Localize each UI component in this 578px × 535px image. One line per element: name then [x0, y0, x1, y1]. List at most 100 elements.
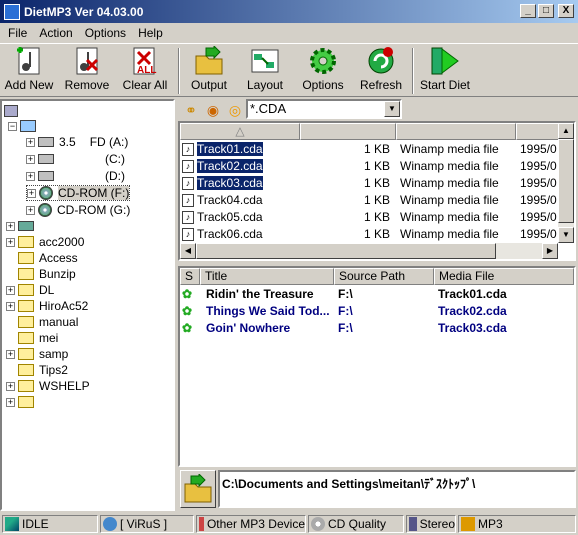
expand-icon[interactable]: + — [6, 221, 15, 231]
clear-all-button[interactable]: ALL Clear All — [118, 46, 172, 96]
col-header-title[interactable]: Title — [200, 268, 334, 285]
filter-bar: ⚭ ◉ ◎ ☆ *.CDA ▼ — [178, 99, 576, 121]
col-header-s[interactable]: S — [180, 268, 200, 285]
file-row[interactable]: ♪ Track04.cda 1 KB Winamp media file 1995/0 — [180, 192, 560, 209]
tree-item-folder[interactable]: + WSHELP — [6, 378, 90, 394]
expand-icon[interactable]: + — [6, 285, 15, 295]
output-button[interactable]: Output — [186, 46, 232, 96]
tree-item-c-drive[interactable]: + (C:) — [26, 151, 125, 167]
remove-button[interactable]: Remove — [64, 46, 110, 96]
tree-item-floppy[interactable]: + 3.5 FD (A:) — [26, 134, 128, 150]
file-size: 1 KB — [363, 210, 390, 224]
col-header-media[interactable]: Media File — [434, 268, 574, 285]
folder-tree[interactable]: − + 3.5 FD (A:) + (C:) + (D:) + CD-ROM (… — [0, 99, 175, 511]
expand-icon[interactable]: + — [27, 188, 36, 198]
tree-item-folder[interactable]: + — [6, 394, 39, 410]
file-row[interactable]: ♪ Track06.cda 1 KB Winamp media file 1995/0 — [180, 226, 560, 243]
maximize-button[interactable]: □ — [538, 4, 554, 18]
output-folder-button[interactable] — [180, 470, 216, 508]
menu-file[interactable]: File — [2, 26, 33, 40]
desktop-icon — [4, 105, 18, 117]
status-user-text: [ ViRuS ] — [120, 517, 168, 531]
remove-note-icon — [72, 46, 102, 76]
expand-icon[interactable]: + — [6, 237, 15, 247]
scroll-thumb[interactable] — [558, 139, 574, 223]
tree-item-folder[interactable]: Access — [18, 250, 78, 266]
scroll-down-icon[interactable]: ▼ — [558, 227, 574, 243]
cd-icon[interactable]: ◎ — [226, 101, 244, 119]
tree-item-folder[interactable]: + DL — [6, 282, 54, 298]
menu-options[interactable]: Options — [79, 26, 132, 40]
user-icon — [103, 517, 117, 531]
file-row[interactable]: ♪ Track02.cda 1 KB Winamp media file 1995/0 — [180, 158, 560, 175]
expand-icon[interactable]: + — [6, 301, 15, 311]
expand-icon[interactable]: + — [6, 349, 15, 359]
toolbar-separator — [178, 48, 180, 94]
file-list[interactable]: △ ♪ Track01.cda 1 KB Winamp media file 1995/… — [178, 121, 576, 261]
col-header-source[interactable]: Source Path — [334, 268, 434, 285]
collapse-icon[interactable]: − — [8, 121, 17, 131]
floppy-label: FD (A:) — [89, 135, 129, 149]
file-list-vscroll[interactable]: ▲ ▼ — [558, 123, 574, 243]
col-header-size[interactable] — [300, 123, 396, 140]
desktop-node[interactable] — [4, 103, 23, 119]
start-diet-button[interactable]: Start Diet — [418, 46, 472, 96]
menu-action[interactable]: Action — [33, 26, 78, 40]
tree-item-folder[interactable]: + acc2000 — [6, 234, 84, 250]
expand-icon[interactable]: + — [26, 154, 35, 164]
link-icon[interactable]: ⚭ — [182, 101, 200, 119]
expand-icon[interactable]: + — [26, 205, 35, 215]
folder-icon — [18, 332, 34, 344]
track-row[interactable]: ✿ Ridin' the Treasure F:\ Track01.cda — [180, 286, 560, 303]
close-button[interactable]: X — [558, 4, 574, 18]
tree-item-folder[interactable]: Tips2 — [18, 362, 68, 378]
expand-icon[interactable]: + — [6, 381, 15, 391]
col-header-name[interactable]: △ — [180, 123, 300, 140]
output-path-field[interactable]: C:\Documents and Settings\meitan\ﾃﾞｽｸﾄｯﾌ… — [218, 470, 576, 508]
layout-button[interactable]: Layout — [242, 46, 288, 96]
scroll-right-icon[interactable]: ▶ — [542, 243, 558, 259]
tree-item-folder[interactable]: mei — [18, 330, 58, 346]
file-list-hscroll[interactable]: ◀ ▶ — [180, 243, 558, 259]
file-date: 1995/0 — [520, 159, 557, 173]
minimize-button[interactable]: _ — [520, 4, 536, 18]
title-bar[interactable]: DietMP3 Ver 04.03.00 _ □ X — [0, 0, 578, 23]
options-button[interactable]: Options — [300, 46, 346, 96]
tree-item-folder[interactable]: + samp — [6, 346, 68, 362]
device-icon — [199, 517, 204, 531]
expand-icon[interactable]: + — [26, 171, 35, 181]
expand-icon[interactable]: + — [6, 397, 15, 407]
file-name: Track05.cda — [197, 210, 263, 224]
network-node[interactable]: + — [6, 218, 39, 234]
expand-icon[interactable]: + — [26, 137, 35, 147]
scroll-up-icon[interactable]: ▲ — [558, 123, 574, 139]
scroll-thumb[interactable] — [196, 243, 496, 259]
tree-item-f-drive[interactable]: + CD-ROM (F:) — [26, 185, 131, 201]
file-name: Track04.cda — [197, 193, 263, 207]
tree-item-folder[interactable]: manual — [18, 314, 78, 330]
layout-icon — [250, 46, 280, 76]
my-computer-node[interactable]: − — [8, 118, 41, 134]
scroll-left-icon[interactable]: ◀ — [180, 243, 196, 259]
file-row[interactable]: ♪ Track05.cda 1 KB Winamp media file 1995/0 — [180, 209, 560, 226]
file-row[interactable]: ♪ Track01.cda 1 KB Winamp media file 1995/0 — [180, 141, 560, 158]
track-list[interactable]: S Title Source Path Media File ✿ Ridin' t… — [178, 266, 576, 467]
status-state-text: IDLE — [22, 517, 49, 531]
chevron-down-icon[interactable]: ▼ — [384, 101, 400, 117]
tree-item-g-drive[interactable]: + CD-ROM (G:) — [26, 202, 130, 218]
track-row[interactable]: ✿ Goin' Nowhere F:\ Track03.cda — [180, 320, 560, 337]
folder-label: acc2000 — [39, 235, 85, 249]
add-new-button[interactable]: Add New — [4, 46, 54, 96]
folder-label: manual — [39, 315, 79, 329]
track-row[interactable]: ✿ Things We Said Tod... F:\ Track02.cda — [180, 303, 560, 320]
refresh-button[interactable]: Refresh — [356, 46, 406, 96]
tree-item-folder[interactable]: Bunzip — [18, 266, 76, 282]
menu-help[interactable]: Help — [132, 26, 169, 40]
tree-item-d-drive[interactable]: + (D:) — [26, 168, 125, 184]
col-header-type[interactable] — [396, 123, 516, 140]
speaker-icon[interactable]: ◉ — [204, 101, 222, 119]
file-filter-select[interactable]: *.CDA ▼ — [246, 99, 402, 119]
tree-item-folder[interactable]: + HiroAc52 — [6, 298, 88, 314]
file-row[interactable]: ♪ Track03.cda 1 KB Winamp media file 1995/0 — [180, 175, 560, 192]
file-size: 1 KB — [363, 176, 390, 190]
